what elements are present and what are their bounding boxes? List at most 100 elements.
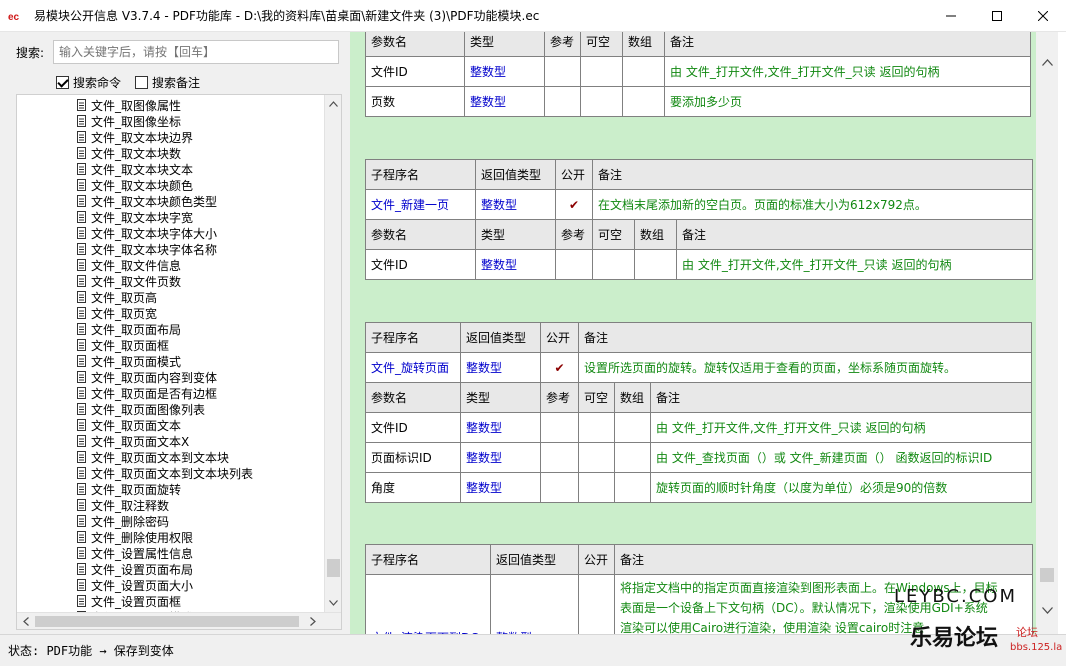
tree-vertical-scrollbar[interactable] [324, 95, 341, 613]
tree-list: 文件_取图像属性 文件_取图像坐标 文件_取文本块边界 文件_取文本块数 文件_取文本块… [77, 97, 253, 625]
status-text: 状态: PDF功能 → 保存到变体 [8, 644, 174, 658]
sub-name-link[interactable]: 文件_渲染页面到DC [365, 574, 491, 634]
tree-item[interactable]: 文件_取文本块颜色类型 [77, 193, 253, 209]
tree-item[interactable]: 文件_取文件页数 [77, 273, 253, 289]
tree-item-label: 文件_取文件信息 [91, 258, 182, 273]
tree-item-label: 文件_设置页面框 [91, 594, 182, 609]
tree-horizontal-scrollbar[interactable] [17, 612, 341, 629]
tree-item[interactable]: 文件_取图像属性 [77, 97, 253, 113]
maximize-button[interactable] [974, 0, 1020, 32]
search-notes-checkbox[interactable]: 搜索备注 [135, 74, 200, 91]
return-type-link[interactable]: 整数型 [460, 352, 541, 383]
tree-item[interactable]: 文件_取文本块字体名称 [77, 241, 253, 257]
tree-item[interactable]: 文件_取页宽 [77, 305, 253, 321]
tree-item[interactable]: 文件_取页面是否有边框 [77, 385, 253, 401]
param-note: 由 文件_查找页面（）或 文件_新建页面（） 函数返回的标识ID [650, 442, 1032, 473]
tree-item[interactable]: 文件_取页面文本X [77, 433, 253, 449]
param-type-link[interactable]: 整数型 [464, 86, 545, 117]
tree-item[interactable]: 文件_取页面模式 [77, 353, 253, 369]
tree-item[interactable]: 文件_取页高 [77, 289, 253, 305]
param-type-link[interactable]: 整数型 [460, 442, 541, 473]
document-icon [77, 307, 86, 319]
col-header: 类型 [460, 382, 541, 413]
tree-item[interactable]: 文件_取页面图像列表 [77, 401, 253, 417]
param-array [622, 56, 665, 87]
tree-item[interactable]: 文件_取文本块颜色 [77, 177, 253, 193]
tree-item[interactable]: 文件_取页面文本到文本块 [77, 449, 253, 465]
scroll-right-icon[interactable] [307, 615, 319, 627]
tree-item-label: 文件_取页高 [91, 290, 158, 305]
search-commands-checkbox[interactable]: 搜索命令 [56, 74, 121, 91]
col-header: 参考 [544, 32, 581, 57]
param-array [614, 412, 651, 443]
tree-item[interactable]: 文件_取页面框 [77, 337, 253, 353]
return-type-link[interactable]: 整数型 [490, 574, 579, 634]
tree-item[interactable]: 文件_取文本块边界 [77, 129, 253, 145]
col-header: 子程序名 [365, 322, 461, 353]
tree-item[interactable]: 文件_设置页面布局 [77, 561, 253, 577]
param-name: 页数 [365, 86, 465, 117]
col-header: 备注 [664, 32, 1031, 57]
param-table: 参数名 类型 参考 可空 数组 备注 文件ID 整数型 由 文件_打开文件,文件… [365, 32, 1031, 117]
public-check-icon: ✔ [578, 574, 615, 634]
param-row: 文件ID 整数型 由 文件_打开文件,文件_打开文件_只读 返回的句柄 [365, 249, 1033, 280]
close-button[interactable] [1020, 0, 1066, 32]
param-type-link[interactable]: 整数型 [464, 56, 545, 87]
tree-item[interactable]: 文件_取文件信息 [77, 257, 253, 273]
document-icon [77, 403, 86, 415]
sub-note: 在文档末尾添加新的空白页。页面的标准大小为612x792点。 [592, 189, 1033, 220]
tree-item-label: 文件_取页宽 [91, 306, 158, 321]
col-header: 参考 [555, 219, 593, 250]
sub-name-link[interactable]: 文件_旋转页面 [365, 352, 461, 383]
scroll-up-icon[interactable] [1041, 56, 1053, 68]
tree-item[interactable]: 文件_取页面布局 [77, 321, 253, 337]
tree-item[interactable]: 文件_设置属性信息 [77, 545, 253, 561]
param-ref [540, 442, 579, 473]
watermark-domain: LEYBC.COM [894, 586, 1017, 607]
document-icon [77, 243, 86, 255]
tree-item[interactable]: 文件_取文本块字体大小 [77, 225, 253, 241]
search-input[interactable] [53, 40, 339, 64]
document-vertical-thumb[interactable] [1040, 568, 1054, 582]
tree-item[interactable]: 文件_取注释数 [77, 497, 253, 513]
public-check-icon: ✔ [540, 352, 579, 383]
col-header: 备注 [614, 544, 1033, 575]
watermark-logo: LEYBC.COM 乐易论坛 论坛 bbs.125.la [890, 586, 1066, 666]
tree-item[interactable]: 文件_取文本块字宽 [77, 209, 253, 225]
sub-name-link[interactable]: 文件_新建一页 [365, 189, 476, 220]
tree-item[interactable]: 文件_取页面旋转 [77, 481, 253, 497]
tree-vertical-thumb[interactable] [327, 559, 340, 577]
tree-item-label: 文件_取页面文本 [91, 418, 182, 433]
scroll-left-icon[interactable] [20, 615, 32, 627]
scroll-up-icon[interactable] [327, 98, 339, 110]
minimize-button[interactable] [928, 0, 974, 32]
title-bar: ec 易模块公开信息 V3.7.4 - PDF功能库 - D:\我的资料库\苗桌… [0, 0, 1066, 32]
tree-item[interactable]: 文件_取页面文本 [77, 417, 253, 433]
param-header-row: 参数名 类型 参考 可空 数组 备注 [365, 219, 1033, 250]
param-type-link[interactable]: 整数型 [460, 412, 541, 443]
tree-item[interactable]: 文件_取页面内容到变体 [77, 369, 253, 385]
param-type-link[interactable]: 整数型 [460, 472, 541, 503]
tree-item[interactable]: 文件_设置页面框 [77, 593, 253, 609]
col-header: 可空 [578, 382, 615, 413]
tree-item[interactable]: 文件_删除密码 [77, 513, 253, 529]
param-ref [544, 86, 581, 117]
tree-item[interactable]: 文件_设置页面大小 [77, 577, 253, 593]
document-icon [77, 259, 86, 271]
document-icon [77, 163, 86, 175]
sub-header-row: 子程序名 返回值类型 公开 备注 [365, 544, 1033, 575]
document-vertical-scrollbar[interactable] [1036, 32, 1058, 634]
tree-item-label: 文件_删除使用权限 [91, 530, 194, 545]
col-header: 返回值类型 [475, 159, 556, 190]
tree-item[interactable]: 文件_删除使用权限 [77, 529, 253, 545]
param-nullable [578, 442, 615, 473]
tree-item[interactable]: 文件_取图像坐标 [77, 113, 253, 129]
tree-item[interactable]: 文件_取文本块文本 [77, 161, 253, 177]
param-type-link[interactable]: 整数型 [475, 249, 556, 280]
scroll-down-icon[interactable] [327, 597, 339, 609]
return-type-link[interactable]: 整数型 [475, 189, 556, 220]
tree-item[interactable]: 文件_取文本块数 [77, 145, 253, 161]
tree-item[interactable]: 文件_取页面文本到文本块列表 [77, 465, 253, 481]
document-icon [77, 291, 86, 303]
tree-horizontal-thumb[interactable] [35, 616, 299, 627]
